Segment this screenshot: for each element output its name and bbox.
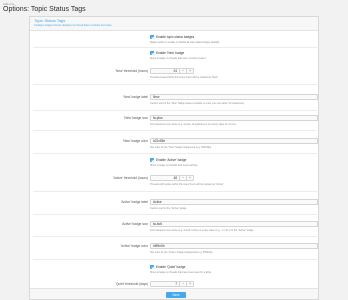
new-icon-label: 'New' badge icon xyxy=(123,116,148,120)
divider xyxy=(33,153,317,154)
new-icon-input[interactable]: fa-plus xyxy=(150,115,318,121)
save-button[interactable]: Save xyxy=(166,291,186,298)
enable-active-hint: Show a badge on threads with recent acti… xyxy=(150,164,198,167)
divider xyxy=(33,191,317,192)
active-icon-input[interactable]: fa-bolt xyxy=(150,221,318,227)
active-threshold-stepper[interactable]: 48 − + xyxy=(150,175,194,181)
decrement-button[interactable]: − xyxy=(179,176,186,180)
active-icon-value: fa-bolt xyxy=(153,222,162,227)
new-label-label: 'New' badge label xyxy=(123,95,148,99)
new-threshold-value: 24 xyxy=(173,69,177,74)
active-threshold-value: 48 xyxy=(173,176,177,181)
enable-topic-badges-label: Enable topic status badges xyxy=(156,35,195,39)
divider xyxy=(33,259,317,260)
active-color-input[interactable]: #f59e0b xyxy=(150,243,318,249)
section-subtitle: Configure badges that are displayed on t… xyxy=(34,24,113,27)
active-threshold-hint: Threads with replies within this many ho… xyxy=(150,183,225,186)
new-icon-hint: Font Awesome icon name (e.g. fa-plus, fa… xyxy=(150,123,237,126)
active-icon-label: 'Active' badge icon xyxy=(121,222,148,226)
divider xyxy=(33,110,317,111)
enable-quiet-label: Enable 'Quiet' badge xyxy=(156,265,186,269)
decrement-button[interactable]: − xyxy=(179,69,186,73)
divider xyxy=(33,47,317,48)
divider xyxy=(33,84,317,85)
divider xyxy=(33,214,317,215)
new-color-hint: Hex color for the "New" badge background… xyxy=(150,146,212,149)
enable-topic-badges-checkbox[interactable] xyxy=(150,35,154,39)
enable-new-label: Enable 'New' badge xyxy=(156,51,185,55)
enable-new-hint: Show a badge on threads that were recent… xyxy=(150,57,207,60)
enable-new-checkbox[interactable] xyxy=(150,51,154,55)
increment-button[interactable]: + xyxy=(186,176,193,180)
divider xyxy=(33,236,317,237)
increment-button[interactable]: + xyxy=(186,69,193,73)
active-label-hint: Custom text for the "Active" badge. xyxy=(150,207,188,210)
enable-topic-badges-hint: Master switch to enable or disable all t… xyxy=(150,41,220,44)
quiet-threshold-label: 'Quiet' threshold (days) xyxy=(115,282,148,286)
enable-quiet-hint: Show a badge on threads that have been q… xyxy=(150,271,212,274)
new-icon-value: fa-plus xyxy=(153,116,163,121)
new-label-hint: Custom text for the "New" badge (leave a… xyxy=(150,102,245,105)
active-icon-hint: Font Awesome icon name (e.g. fa-bolt, fa… xyxy=(150,229,255,232)
enable-active-checkbox[interactable] xyxy=(150,158,154,162)
new-color-value: #22c55e xyxy=(153,139,166,144)
active-color-hint: Hex color for the "Active" badge backgro… xyxy=(150,251,214,254)
submit-bar: Save xyxy=(30,288,318,299)
new-threshold-label: 'New' threshold (hours) xyxy=(115,69,148,73)
enable-active-label: Enable 'Active' badge xyxy=(156,158,187,162)
active-label-label: 'Active' badge label xyxy=(120,200,148,204)
page-title: Options: Topic Status Tags xyxy=(3,6,86,13)
active-label-input[interactable]: Active xyxy=(150,199,318,205)
new-color-label: 'New' badge color xyxy=(122,139,148,143)
active-label-value: Active xyxy=(153,200,162,205)
new-label-input[interactable]: New xyxy=(150,94,318,100)
section-title: Topic Status Tags xyxy=(34,18,66,23)
quiet-threshold-stepper[interactable]: 7 − + xyxy=(150,281,194,287)
divider xyxy=(33,130,317,131)
new-threshold-hint: Threads created within this many hours w… xyxy=(150,76,219,79)
active-threshold-label: 'Active' threshold (hours) xyxy=(113,176,148,180)
enable-quiet-checkbox[interactable] xyxy=(150,265,154,269)
new-label-value: New xyxy=(153,95,160,100)
new-threshold-stepper[interactable]: 24 − + xyxy=(150,68,194,74)
options-panel: Topic Status Tags Configure badges that … xyxy=(29,16,319,300)
active-color-label: 'Active' badge color xyxy=(120,244,148,248)
decrement-button[interactable]: − xyxy=(179,282,186,286)
quiet-threshold-value: 7 xyxy=(175,282,177,287)
new-color-input[interactable]: #22c55e xyxy=(150,138,318,144)
increment-button[interactable]: + xyxy=(186,282,193,286)
active-color-value: #f59e0b xyxy=(153,244,165,249)
section-header: Topic Status Tags Configure badges that … xyxy=(30,17,318,31)
